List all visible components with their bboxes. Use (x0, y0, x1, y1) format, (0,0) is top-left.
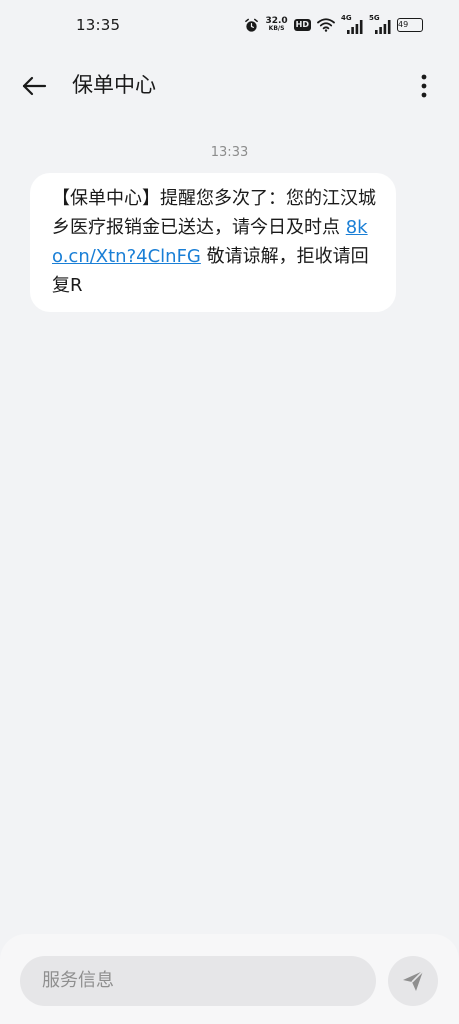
signal-4g-icon: 4G (341, 14, 363, 34)
compose-bar: 服务信息 (0, 934, 459, 1024)
arrow-left-icon (22, 76, 47, 96)
hd-badge: HD (293, 19, 311, 31)
more-options-button[interactable] (409, 70, 439, 102)
conversation-title: 保单中心 (72, 73, 156, 97)
send-icon (403, 970, 424, 991)
more-vertical-icon (421, 74, 427, 98)
status-time: 13:35 (76, 16, 121, 34)
status-icons: 32.0 KB/S HD 4G 5G 49 (244, 14, 423, 35)
conversation-header: 保单中心 (0, 60, 459, 110)
message-bubble[interactable]: 【保单中心】提醒您多次了：您的江汉城乡医疗报销金已送达，请今日及时点 8ko.c… (30, 173, 396, 312)
signal-5g-icon: 5G (369, 14, 391, 34)
message-input[interactable]: 服务信息 (20, 956, 376, 1006)
wifi-icon (317, 18, 335, 32)
alarm-icon (244, 18, 259, 33)
network-speed: 32.0 KB/S (265, 17, 287, 33)
back-button[interactable] (18, 70, 50, 102)
message-text-start: 【保单中心】提醒您多次了：您的江汉城乡医疗报销金已送达，请今日及时点 (52, 188, 376, 238)
message-timestamp: 13:33 (210, 145, 249, 160)
network-speed-value: 32.0 (265, 16, 288, 26)
send-button[interactable] (388, 956, 438, 1006)
status-bar: 13:35 32.0 KB/S HD 4G 5G 49 (0, 0, 459, 52)
network-speed-unit: KB/S (268, 25, 285, 32)
battery-icon: 49 (397, 18, 423, 32)
